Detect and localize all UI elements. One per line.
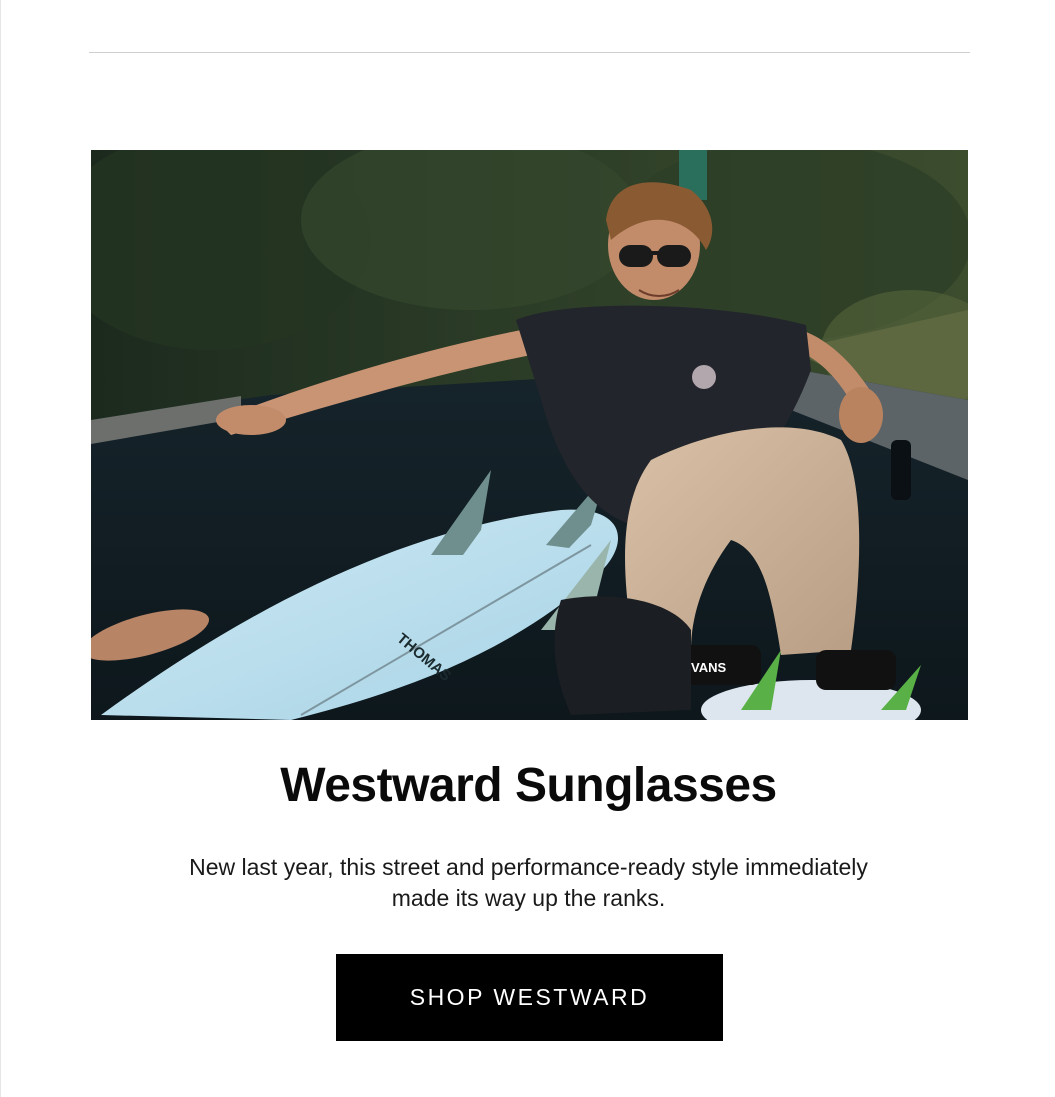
shop-westward-button[interactable]: SHOP WESTWARD xyxy=(336,954,723,1041)
product-title: Westward Sunglasses xyxy=(280,759,777,812)
hero-image[interactable]: THOMAS VANS xyxy=(91,150,968,720)
hero-illustration: THOMAS VANS xyxy=(91,150,968,720)
top-divider xyxy=(89,52,970,53)
email-body: THOMAS VANS Westward Sunglasses New last… xyxy=(0,0,1055,1097)
product-description: New last year, this street and performan… xyxy=(189,854,868,911)
shoe-logo-text: VANS xyxy=(691,660,726,675)
